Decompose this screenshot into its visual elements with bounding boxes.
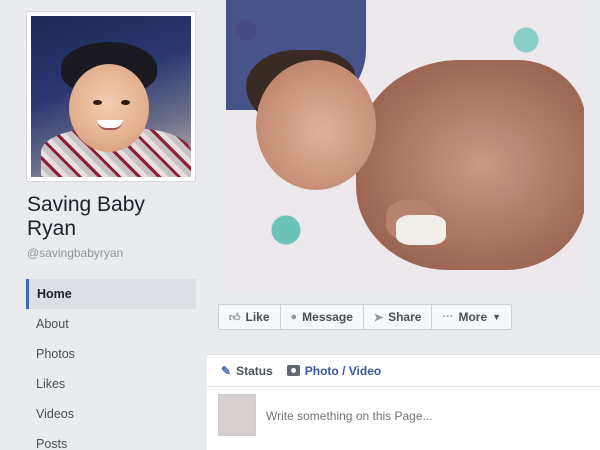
more-label: More [458,310,488,324]
share-arrow-icon: ➤ [373,311,384,324]
more-button[interactable]: ··· More ▼ [432,304,513,330]
composer-tabs: ✎ Status Photo / Video [207,355,600,387]
message-label: Message [302,310,353,324]
like-label: Like [245,310,270,324]
pencil-icon: ✎ [221,363,232,378]
post-composer: ✎ Status Photo / Video [207,354,600,450]
share-button[interactable]: ➤ Share [363,304,433,330]
left-column: Saving Baby Ryan @savingbabyryan Home Ab… [0,0,207,450]
nav-item-about[interactable]: About [26,309,196,339]
tab-status[interactable]: ✎ Status [221,364,273,378]
like-button[interactable]: 👍︎ Like [218,304,281,330]
page-handle[interactable]: @savingbabyryan [27,246,123,260]
page-nav: Home About Photos Likes Videos Posts [26,279,196,450]
page-action-bar: 👍︎ Like ● Message ➤ Share ··· More ▼ [218,304,513,330]
thumbs-up-icon: 👍︎ [229,311,241,324]
nav-item-photos[interactable]: Photos [26,339,196,369]
page-title: Saving Baby Ryan [27,193,145,240]
cover-photo[interactable] [226,0,584,292]
composer-body [207,387,600,450]
camera-icon [286,365,300,376]
nav-item-likes[interactable]: Likes [26,369,196,399]
avatar [218,394,256,436]
profile-picture[interactable] [31,16,191,177]
share-label: Share [388,310,422,324]
messenger-icon: ● [290,311,298,323]
nav-item-videos[interactable]: Videos [26,399,196,429]
nav-item-posts[interactable]: Posts [26,429,196,450]
ellipsis-icon: ··· [442,311,454,323]
message-button[interactable]: ● Message [280,304,364,330]
caret-down-icon: ▼ [492,312,502,322]
post-input[interactable] [266,409,566,423]
tab-photo-video[interactable]: Photo / Video [286,363,382,378]
nav-item-home[interactable]: Home [26,279,196,309]
status-tab-label: Status [236,363,273,378]
profile-picture-frame[interactable] [26,11,196,182]
photo-tab-label: Photo / Video [304,363,382,378]
